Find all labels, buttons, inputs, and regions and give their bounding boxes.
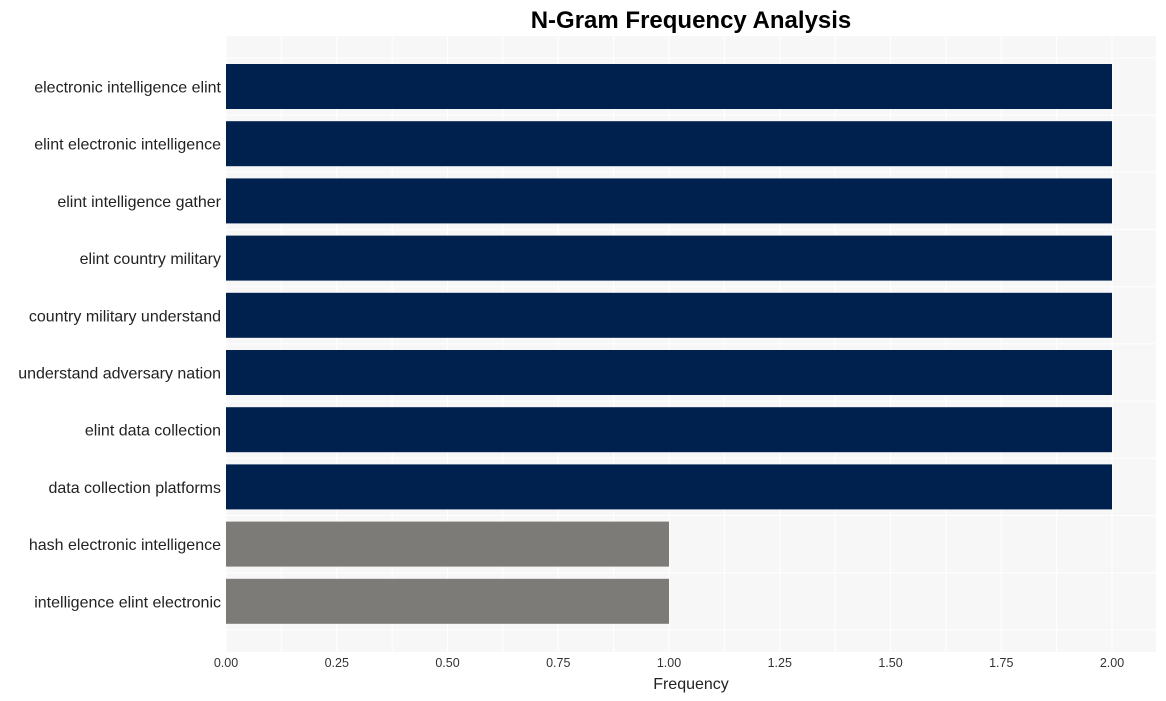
x-tick-label: 0.75 [546, 656, 570, 670]
bar [226, 292, 1112, 338]
bar [226, 121, 1112, 167]
x-tick-label: 0.25 [325, 656, 349, 670]
y-tick-label: intelligence elint electronic [34, 594, 221, 611]
bar [226, 578, 669, 624]
y-tick-label: hash electronic intelligence [29, 537, 221, 554]
y-tick-label: understand adversary nation [18, 366, 221, 383]
y-tick-label: elint intelligence gather [57, 194, 221, 211]
x-tick-label: 1.00 [657, 656, 681, 670]
x-tick-label: 0.50 [435, 656, 459, 670]
y-tick-label: elint electronic intelligence [34, 137, 221, 154]
x-tick-label: 1.50 [878, 656, 902, 670]
y-tick-label: elint data collection [85, 423, 221, 440]
x-axis-ticks: 0.00 0.25 0.50 0.75 1.00 1.25 1.50 1.75 2.00 [214, 656, 1124, 670]
y-axis-labels: electronic intelligence elint elint elect… [18, 80, 221, 612]
bar [226, 464, 1112, 510]
x-tick-label: 0.00 [214, 656, 238, 670]
x-tick-label: 2.00 [1100, 656, 1124, 670]
y-tick-label: data collection platforms [48, 480, 221, 497]
x-axis-label: Frequency [653, 676, 729, 693]
y-tick-label: elint country military [80, 251, 221, 268]
x-tick-label: 1.25 [768, 656, 792, 670]
bar [226, 521, 669, 567]
chart-title: N-Gram Frequency Analysis [531, 7, 852, 34]
bar [226, 407, 1112, 453]
bar [226, 178, 1112, 224]
bar [226, 235, 1112, 281]
y-tick-label: electronic intelligence elint [34, 80, 221, 97]
bar [226, 64, 1112, 109]
ngram-bar-chart: N-Gram Frequency Analysis electronic int… [18, 7, 1156, 693]
x-tick-label: 1.75 [989, 656, 1013, 670]
bar [226, 350, 1112, 395]
y-tick-label: country military understand [29, 308, 221, 325]
